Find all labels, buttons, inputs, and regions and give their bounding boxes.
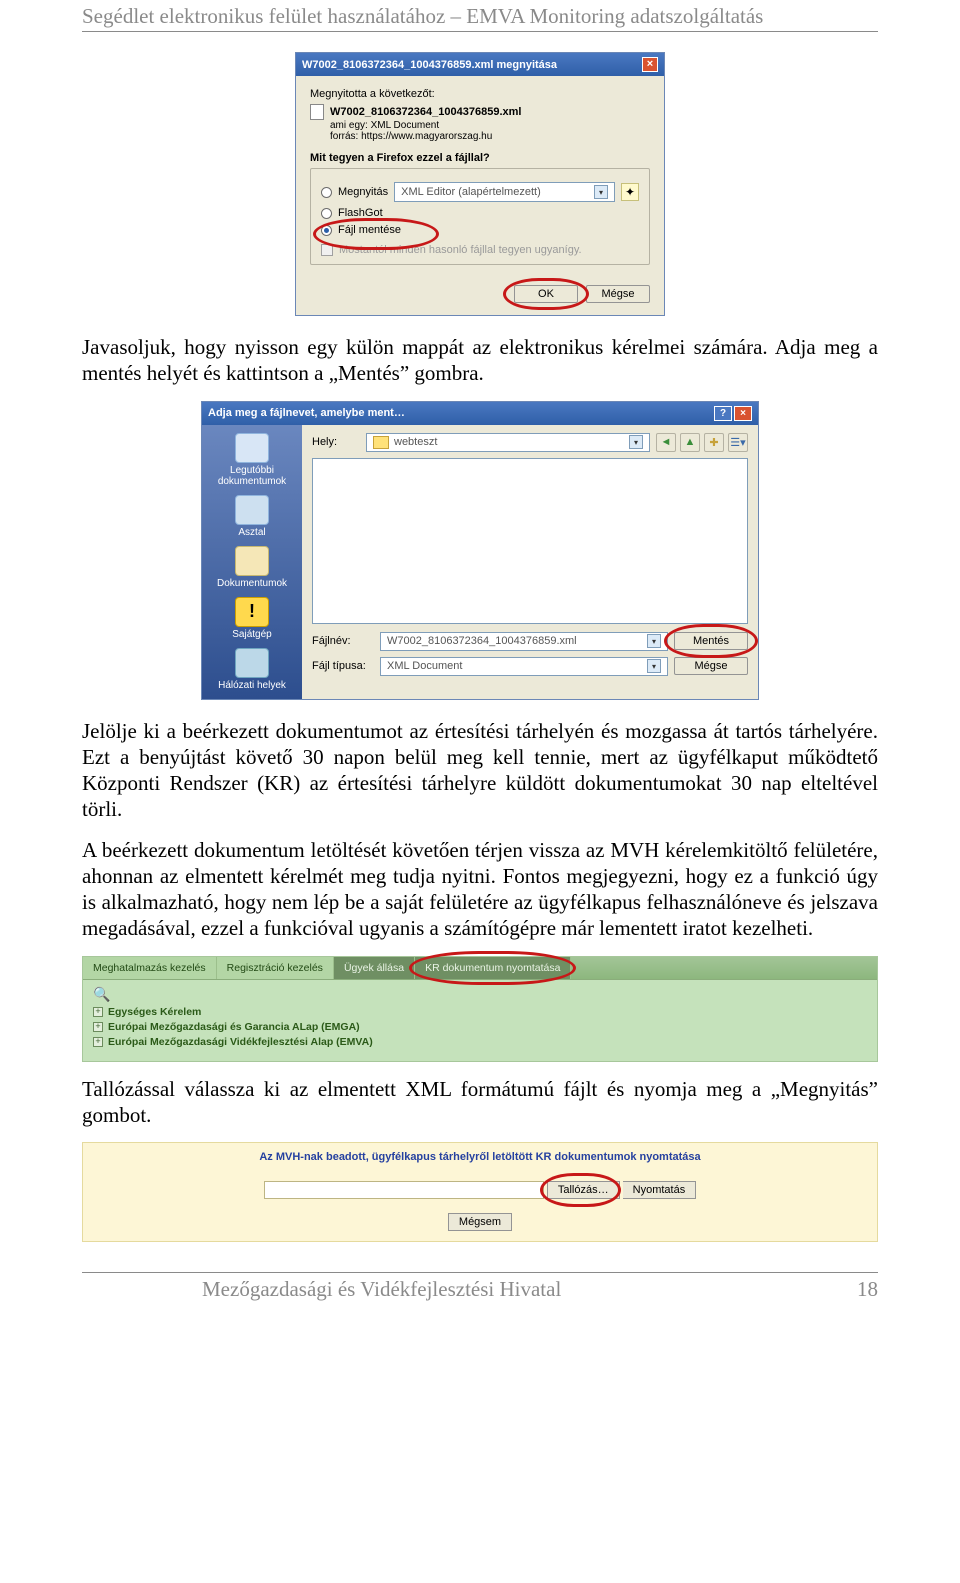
- documents-icon: [235, 546, 269, 576]
- expand-icon: +: [93, 1022, 103, 1032]
- tab-meghatalmazas[interactable]: Meghatalmazás kezelés: [83, 957, 217, 979]
- tab-ugyek-allasa[interactable]: Ügyek állása: [334, 957, 415, 979]
- open-with-value: XML Editor (alapértelmezett): [401, 186, 541, 198]
- recent-folder-icon: [235, 433, 269, 463]
- download-dialog-titlebar: W7002_8106372364_1004376859.xml megnyitá…: [296, 53, 664, 76]
- filetype-value: XML Document: [387, 660, 462, 672]
- sidebar-mydocs[interactable]: Dokumentumok: [206, 544, 298, 591]
- radio-flashgot-label: FlashGot: [338, 207, 383, 219]
- remember-choice-row[interactable]: Mostantól minden hasonló fájllal tegyen …: [321, 244, 639, 256]
- kr-print-panel: Az MVH-nak beadott, ügyfélkapus tárhelyr…: [82, 1142, 878, 1242]
- tree-item-emva[interactable]: + Európai Mezőgazdasági Vidékfejlesztési…: [93, 1036, 867, 1048]
- file-icon: [310, 104, 324, 120]
- file-source-line: forrás: https://www.magyarorszag.hu: [310, 131, 650, 142]
- file-list-area[interactable]: [312, 458, 748, 624]
- radio-icon: [321, 187, 332, 198]
- open-with-dropdown[interactable]: XML Editor (alapértelmezett) ▾: [394, 182, 615, 202]
- download-dialog: W7002_8106372364_1004376859.xml megnyitá…: [295, 52, 665, 316]
- view-menu-icon[interactable]: ☰▾: [728, 433, 748, 452]
- sidebar-desktop[interactable]: Asztal: [206, 493, 298, 540]
- sidebar-recent-label: Legutóbbi dokumentumok: [218, 465, 286, 487]
- chevron-down-icon: ▾: [629, 435, 643, 449]
- footer-page: 18: [857, 1277, 878, 1302]
- sidebar-network[interactable]: Hálózati helyek: [206, 646, 298, 693]
- location-dropdown[interactable]: webteszt ▾: [366, 433, 650, 452]
- paragraph-2: Jelölje ki a beérkezett dokumentumot az …: [82, 718, 878, 823]
- save-button[interactable]: Mentés: [674, 632, 748, 650]
- ok-button[interactable]: OK: [514, 285, 578, 303]
- close-icon[interactable]: ×: [734, 406, 752, 421]
- radio-open-label: Megnyitás: [338, 186, 388, 198]
- save-dialog-title: Adja meg a fájlnevet, amelybe ment…: [208, 407, 405, 419]
- location-label: Hely:: [312, 436, 360, 448]
- chevron-down-icon: ▾: [594, 185, 608, 199]
- expand-icon: +: [93, 1007, 103, 1017]
- cancel-button[interactable]: Mégse: [586, 285, 650, 303]
- radio-icon: [321, 208, 332, 219]
- places-sidebar: Legutóbbi dokumentumok Asztal Dokumentum…: [202, 425, 302, 699]
- footer-org: Mezőgazdasági és Vidékfejlesztési Hivata…: [82, 1277, 561, 1302]
- sidebar-mycomputer-label: Sajátgép: [232, 629, 271, 640]
- warning-icon: !: [235, 597, 269, 627]
- tree-label: Európai Mezőgazdasági és Garancia ALap (…: [108, 1021, 360, 1033]
- paragraph-4: Tallózással válassza ki az elmentett XML…: [82, 1076, 878, 1129]
- tab-regisztracio[interactable]: Regisztráció kezelés: [217, 957, 334, 979]
- back-icon[interactable]: ◄: [656, 433, 676, 452]
- save-dialog-titlebar: Adja meg a fájlnevet, amelybe ment… ? ×: [202, 402, 758, 425]
- sidebar-recent[interactable]: Legutóbbi dokumentumok: [206, 431, 298, 489]
- sidebar-desktop-label: Asztal: [238, 527, 265, 538]
- help-icon[interactable]: ?: [714, 406, 732, 421]
- cancel-button[interactable]: Mégsem: [448, 1213, 512, 1231]
- radio-save-row[interactable]: Fájl mentése: [321, 224, 639, 236]
- save-as-dialog: Adja meg a fájlnevet, amelybe ment… ? × …: [201, 401, 759, 700]
- checkbox-icon: [321, 244, 333, 256]
- up-icon[interactable]: ▲: [680, 433, 700, 452]
- filename-value: W7002_8106372364_1004376859.xml: [387, 635, 577, 647]
- filetype-label: Fájl típusa:: [312, 660, 374, 672]
- search-icon[interactable]: 🔍: [93, 986, 867, 1003]
- filename-input[interactable]: W7002_8106372364_1004376859.xml ▾: [380, 632, 668, 651]
- paragraph-1: Javasoljuk, hogy nyisson egy külön mappá…: [82, 334, 878, 387]
- file-path-input[interactable]: [264, 1181, 544, 1199]
- paragraph-3: A beérkezett dokumentum letöltését követ…: [82, 837, 878, 942]
- radio-flashgot-row[interactable]: FlashGot: [321, 207, 639, 219]
- sidebar-network-label: Hálózati helyek: [218, 680, 286, 691]
- document-footer: Mezőgazdasági és Vidékfejlesztési Hivata…: [82, 1272, 878, 1312]
- tree-item-egyseges[interactable]: + Egységes Kérelem: [93, 1006, 867, 1018]
- network-icon: [235, 648, 269, 678]
- tree-label: Egységes Kérelem: [108, 1006, 201, 1018]
- remember-choice-label: Mostantól minden hasonló fájllal tegyen …: [339, 244, 582, 256]
- expand-icon: +: [93, 1037, 103, 1047]
- cancel-button[interactable]: Mégse: [674, 657, 748, 675]
- desktop-icon: [235, 495, 269, 525]
- application-icon[interactable]: ✦: [621, 183, 639, 201]
- print-button[interactable]: Nyomtatás: [623, 1181, 697, 1199]
- radio-open-row[interactable]: Megnyitás XML Editor (alapértelmezett) ▾…: [321, 182, 639, 202]
- radio-save-label: Fájl mentése: [338, 224, 401, 236]
- browse-button[interactable]: Tallózás…: [547, 1181, 620, 1199]
- folder-icon: [373, 436, 389, 449]
- action-group-label: Mit tegyen a Firefox ezzel a fájllal?: [310, 152, 650, 164]
- tab-kr-nyomtatas[interactable]: KR dokumentum nyomtatása: [415, 957, 571, 979]
- opening-filename: W7002_8106372364_1004376859.xml: [330, 106, 521, 118]
- close-icon[interactable]: ×: [642, 57, 658, 72]
- tree-item-emga[interactable]: + Európai Mezőgazdasági és Garancia ALap…: [93, 1021, 867, 1033]
- tree-label: Európai Mezőgazdasági Vidékfejlesztési A…: [108, 1036, 373, 1048]
- filename-label: Fájlnév:: [312, 635, 374, 647]
- chevron-down-icon: ▾: [647, 634, 661, 648]
- kr-panel-title: Az MVH-nak beadott, ügyfélkapus tárhelyr…: [91, 1151, 869, 1163]
- opening-label: Megnyitotta a következőt:: [310, 88, 650, 100]
- radio-icon: [321, 225, 332, 236]
- filetype-dropdown[interactable]: XML Document ▾: [380, 657, 668, 676]
- chevron-down-icon: ▾: [647, 659, 661, 673]
- file-type-line: ami egy: XML Document: [310, 120, 650, 131]
- location-value: webteszt: [394, 436, 437, 448]
- sidebar-mydocs-label: Dokumentumok: [217, 578, 287, 589]
- download-dialog-title: W7002_8106372364_1004376859.xml megnyitá…: [302, 59, 557, 71]
- mvh-menu-panel: Meghatalmazás kezelés Regisztráció kezel…: [82, 956, 878, 1062]
- new-folder-icon[interactable]: ✚: [704, 433, 724, 452]
- sidebar-mycomputer[interactable]: ! Sajátgép: [206, 595, 298, 642]
- document-header: Segédlet elektronikus felület használatá…: [82, 0, 878, 32]
